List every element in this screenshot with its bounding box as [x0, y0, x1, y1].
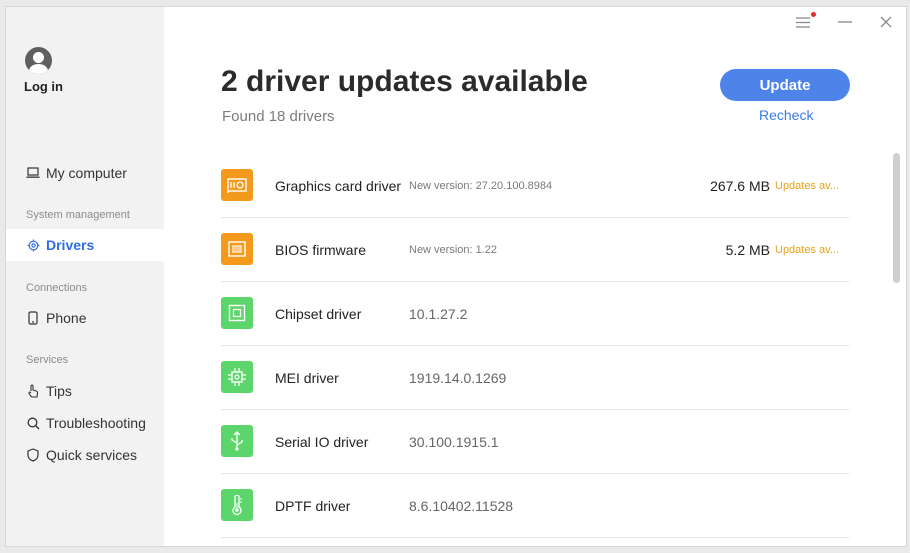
sidebar-item-tips[interactable]: Tips	[6, 375, 164, 407]
shield-icon	[26, 448, 40, 462]
laptop-icon	[26, 166, 40, 180]
chipset-icon	[221, 297, 253, 329]
driver-version: 10.1.27.2	[409, 306, 468, 322]
driver-row-bios[interactable]: BIOS firmware New version: 1.22 5.2 MB U…	[221, 218, 849, 282]
avatar[interactable]	[25, 47, 52, 74]
driver-name: BIOS firmware	[275, 242, 367, 258]
graphics-card-icon	[221, 169, 253, 201]
sidebar-item-phone[interactable]: Phone	[6, 302, 164, 334]
section-label-system: System management	[26, 209, 130, 221]
tips-hand-icon	[26, 384, 40, 398]
sidebar-item-quick-services[interactable]: Quick services	[6, 439, 164, 471]
driver-version: 8.6.10402.11528	[409, 498, 514, 514]
recheck-link[interactable]: Recheck	[759, 107, 813, 123]
search-icon	[26, 416, 40, 430]
sidebar-item-my-computer[interactable]: My computer	[6, 157, 164, 189]
thermometer-icon	[221, 489, 253, 521]
driver-version: 30.100.1915.1	[409, 434, 499, 450]
page-title: 2 driver updates available	[221, 65, 588, 98]
driver-name: Serial IO driver	[275, 434, 369, 450]
driver-name: Chipset driver	[275, 306, 362, 322]
drivers-gear-icon	[26, 238, 40, 252]
sidebar-item-troubleshooting[interactable]: Troubleshooting	[6, 407, 164, 439]
app-window: Log in My computer System management Dri…	[5, 6, 907, 547]
driver-row-chipset[interactable]: Chipset driver 10.1.27.2	[221, 282, 849, 346]
minimize-icon[interactable]	[836, 13, 854, 31]
sidebar-item-label: My computer	[46, 165, 127, 181]
drivers-found-count: Found 18 drivers	[222, 108, 335, 125]
sidebar-item-drivers[interactable]: Drivers	[6, 229, 164, 261]
driver-row-dptf[interactable]: DPTF driver 8.6.10402.11528	[221, 474, 849, 538]
avatar-head	[33, 52, 44, 63]
driver-update-status[interactable]: Updates av...	[775, 244, 847, 256]
driver-new-version: New version: 27.20.100.8984	[409, 180, 553, 192]
phone-icon	[26, 311, 40, 325]
mei-cpu-icon	[221, 361, 253, 393]
sidebar-item-label: Tips	[46, 383, 72, 399]
sidebar: Log in My computer System management Dri…	[6, 7, 164, 546]
scrollbar-thumb[interactable]	[893, 153, 900, 283]
sidebar-item-label: Drivers	[46, 237, 95, 253]
driver-row-graphics-card[interactable]: Graphics card driver New version: 27.20.…	[221, 154, 849, 218]
sidebar-item-label: Quick services	[46, 447, 138, 463]
driver-name: MEI driver	[275, 370, 339, 386]
driver-name: DPTF driver	[275, 498, 351, 514]
driver-version: 1919.14.0.1269	[409, 370, 507, 386]
menu-icon[interactable]	[794, 13, 812, 31]
update-button[interactable]: Update	[720, 69, 850, 101]
driver-name: Graphics card driver	[275, 178, 402, 194]
bios-chip-icon	[221, 233, 253, 265]
sidebar-item-label: Troubleshooting	[46, 415, 146, 431]
usb-icon	[221, 425, 253, 457]
login-link[interactable]: Log in	[24, 79, 63, 94]
sidebar-item-label: Phone	[46, 310, 87, 326]
driver-size: 267.6 MB	[710, 178, 770, 194]
driver-size: 5.2 MB	[725, 242, 770, 258]
driver-update-status[interactable]: Updates av...	[775, 180, 847, 192]
close-icon[interactable]	[877, 13, 895, 31]
section-label-services: Services	[26, 354, 69, 366]
driver-row-serial-io[interactable]: Serial IO driver 30.100.1915.1	[221, 410, 849, 474]
notification-dot	[811, 12, 816, 17]
avatar-shoulders	[29, 64, 48, 74]
driver-new-version: New version: 1.22	[409, 244, 498, 256]
driver-list: Graphics card driver New version: 27.20.…	[221, 154, 849, 538]
section-label-connections: Connections	[26, 282, 88, 294]
driver-row-mei[interactable]: MEI driver 1919.14.0.1269	[221, 346, 849, 410]
